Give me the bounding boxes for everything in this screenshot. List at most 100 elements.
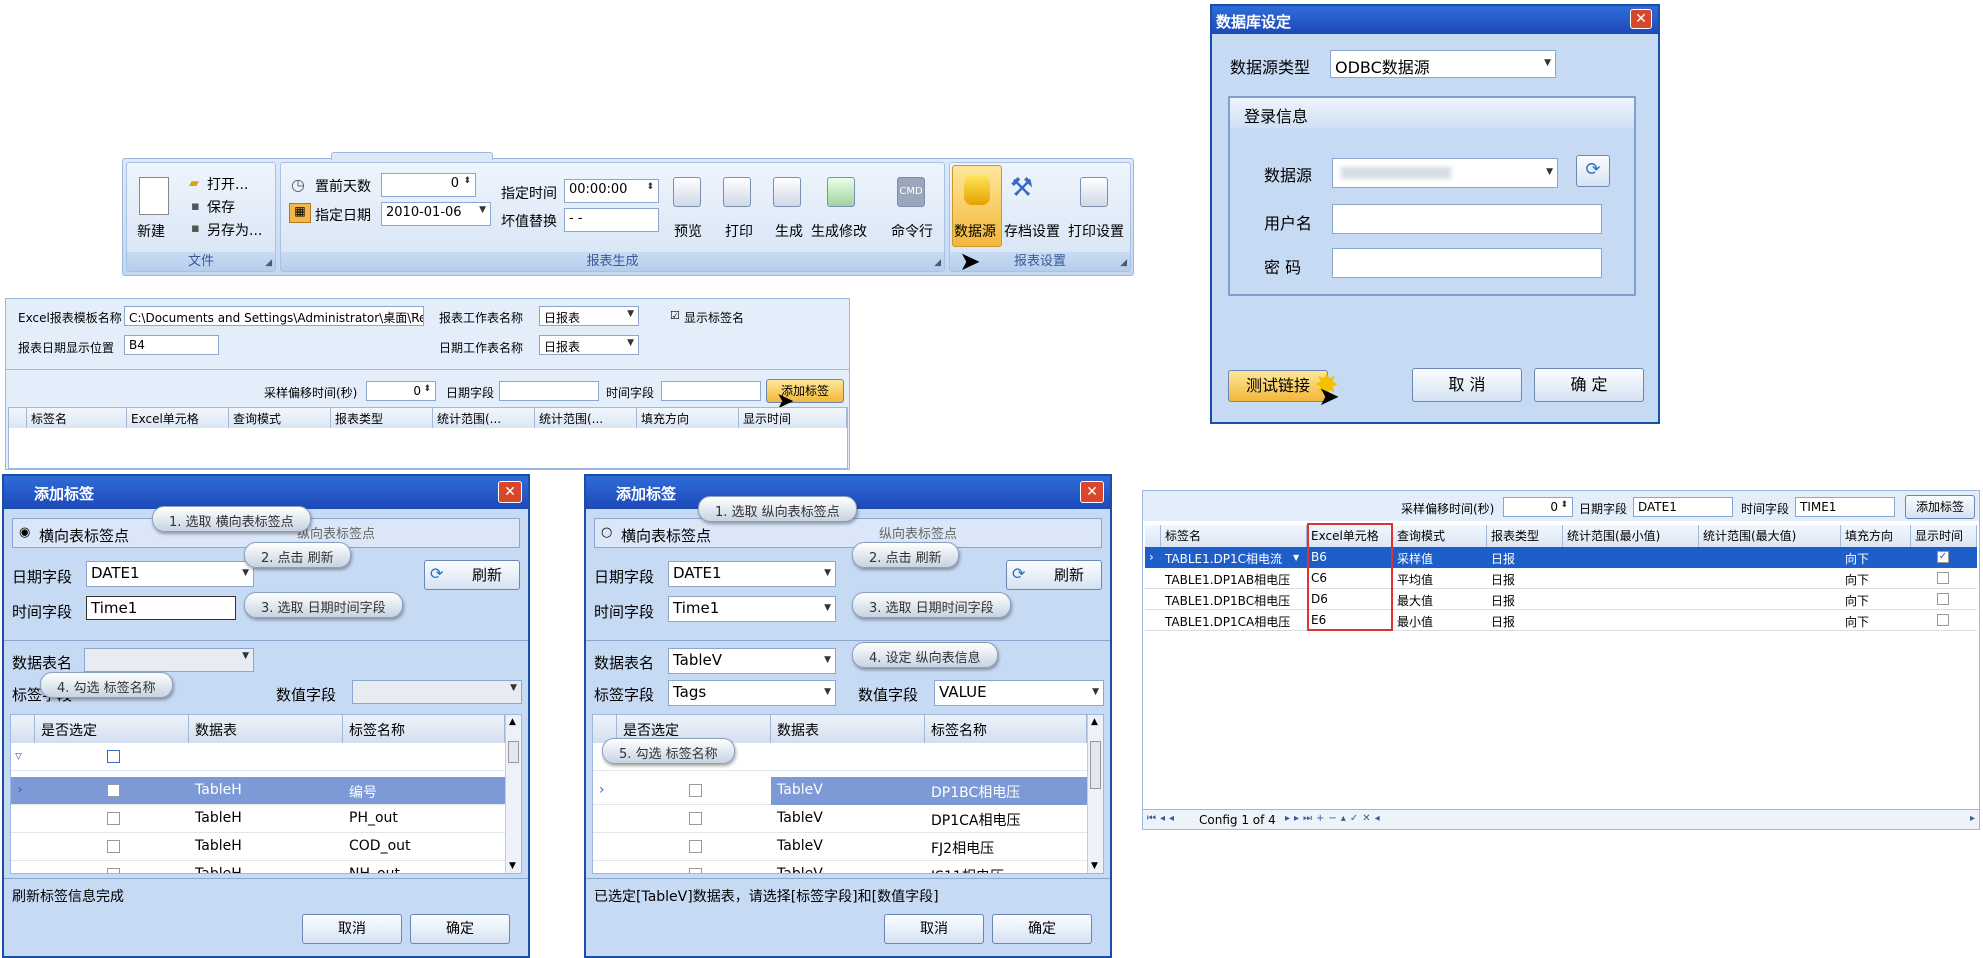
grid-header[interactable]: 标签名称: [343, 715, 505, 743]
nav-next-last-icon[interactable]: ▸▸⏭+−▴✓✕◂: [1285, 813, 1384, 824]
close-icon[interactable]: ✕: [498, 481, 522, 503]
ds-type-select[interactable]: ODBC数据源 ▼: [1330, 50, 1556, 78]
close-icon[interactable]: ✕: [1630, 9, 1652, 29]
time-field-input[interactable]: TIME1: [1795, 497, 1895, 517]
offset-input[interactable]: 0 ⬍: [1503, 497, 1573, 517]
password-input[interactable]: [1332, 248, 1602, 278]
grid-header[interactable]: 数据表: [189, 715, 343, 743]
row-checkbox[interactable]: [107, 784, 120, 797]
table-name-select[interactable]: TableV ▼: [668, 648, 836, 674]
table-row[interactable]: TableH COD_out: [11, 833, 521, 861]
table-row[interactable]: TABLE1.DP1BC相电压 D6 最大值 日报 向下: [1145, 589, 1977, 610]
ribbon-tab[interactable]: [331, 152, 493, 160]
vertical-scrollbar[interactable]: ▲ ▼: [505, 715, 521, 873]
scroll-down-icon[interactable]: ▼: [1091, 861, 1098, 871]
chevron-down-icon[interactable]: ▼: [627, 338, 634, 348]
spin-icon[interactable]: ⬍: [463, 176, 471, 186]
print-settings-button[interactable]: 打印设置: [1068, 221, 1124, 241]
radio-horizontal-label[interactable]: 横向表标签点: [39, 525, 129, 546]
time-field-input[interactable]: Time1: [86, 596, 236, 620]
radio-horizontal-selected-icon[interactable]: ◉: [19, 525, 30, 540]
spin-icon[interactable]: ⬍: [1560, 500, 1568, 510]
show-tag-checkbox[interactable]: ☑: [670, 309, 680, 322]
row-checkbox[interactable]: [689, 812, 702, 825]
days-input[interactable]: 0 ⬍: [381, 173, 476, 197]
chevron-down-icon[interactable]: ▼: [242, 651, 249, 661]
add-tag-button[interactable]: 添加标签: [1905, 495, 1975, 519]
spin-icon[interactable]: ⬍: [646, 182, 654, 192]
grid-header[interactable]: 统计范围(最小值): [1563, 525, 1699, 547]
grid-header[interactable]: 填充方向: [637, 408, 739, 428]
grid-header[interactable]: 统计范围(最大值): [1699, 525, 1841, 547]
row-checkbox[interactable]: [107, 868, 120, 873]
chevron-down-icon[interactable]: ▼: [242, 568, 249, 578]
ok-button[interactable]: 确定: [992, 914, 1092, 944]
grid-header[interactable]: 显示时间: [1911, 525, 1977, 547]
select-all-checkbox[interactable]: [107, 750, 120, 763]
test-connection-button[interactable]: 测试链接: [1228, 370, 1328, 402]
table-row[interactable]: TableH PH_out: [11, 805, 521, 833]
table-row[interactable]: TableV JS11相电压: [593, 861, 1103, 873]
radio-horizontal-icon[interactable]: ○: [601, 525, 612, 540]
grid-header[interactable]: 标签名: [27, 408, 127, 428]
show-time-checkbox[interactable]: [1937, 572, 1949, 584]
row-checkbox[interactable]: [689, 840, 702, 853]
date-field-select[interactable]: DATE1 ▼: [668, 561, 836, 587]
table-row[interactable]: TABLE1.DP1CA相电压 E6 最小值 日报 向下: [1145, 610, 1977, 631]
ds-select[interactable]: ▼: [1332, 158, 1558, 188]
grid-header[interactable]: 数据表: [771, 715, 925, 743]
value-field-select[interactable]: ▼: [352, 680, 522, 704]
chevron-down-icon[interactable]: ▼: [824, 603, 831, 613]
time-field-select[interactable]: Time1 ▼: [668, 596, 836, 622]
grid-header[interactable]: 统计范围(...: [433, 408, 535, 428]
spin-icon[interactable]: ⬍: [423, 384, 431, 394]
grid-header[interactable]: 报表类型: [1487, 525, 1563, 547]
radio-vertical-label[interactable]: 纵向表标签点: [879, 523, 957, 542]
table-row[interactable]: TableV FJ2相电压: [593, 833, 1103, 861]
scroll-up-icon[interactable]: ▲: [509, 717, 516, 727]
table-row[interactable]: TableV DP1CA相电压: [593, 805, 1103, 833]
file-launcher-icon[interactable]: ◢: [265, 258, 272, 268]
generate-button[interactable]: 生成: [775, 221, 803, 241]
chevron-down-icon[interactable]: ▼: [1546, 167, 1553, 177]
date-field-input[interactable]: DATE1: [1633, 497, 1733, 517]
grid-header[interactable]: 显示时间: [739, 408, 847, 428]
grid-header[interactable]: 标签名: [1161, 525, 1307, 547]
table-row[interactable]: TABLE1.DP1AB相电压 C6 平均值 日报 向下: [1145, 568, 1977, 589]
cancel-button[interactable]: 取消: [884, 914, 984, 944]
chevron-down-icon[interactable]: ▼: [824, 655, 831, 665]
row-checkbox[interactable]: [107, 840, 120, 853]
show-time-checkbox[interactable]: [1937, 593, 1949, 605]
gen-launcher-icon[interactable]: ◢: [934, 258, 941, 268]
save-button[interactable]: 保存: [207, 197, 235, 217]
grid-header[interactable]: 是否选定: [35, 715, 189, 743]
grid-header[interactable]: Excel单元格: [127, 408, 229, 428]
show-time-checkbox[interactable]: [1937, 614, 1949, 626]
close-icon[interactable]: ✕: [1080, 481, 1104, 503]
browse-button[interactable]: ...: [410, 307, 419, 317]
date-field-select[interactable]: DATE1 ▼: [86, 561, 254, 587]
cancel-button[interactable]: 取 消: [1412, 368, 1522, 402]
genmod-button[interactable]: 生成修改: [811, 221, 867, 241]
nav-first-prev-icon[interactable]: ⏮◂◂: [1147, 813, 1178, 824]
new-button[interactable]: 新建: [137, 221, 165, 241]
chevron-down-icon[interactable]: ▼: [479, 205, 486, 215]
table-name-select[interactable]: ▼: [84, 648, 254, 672]
value-field-select[interactable]: VALUE ▼: [934, 680, 1104, 706]
chevron-down-icon[interactable]: ▼: [627, 309, 634, 319]
open-button[interactable]: 打开...: [207, 174, 248, 194]
nav-scroll-right-icon[interactable]: ▸: [1970, 813, 1975, 824]
row-checkbox[interactable]: [107, 812, 120, 825]
chevron-down-icon[interactable]: ▼: [510, 683, 517, 693]
refresh-icon[interactable]: ⟳: [1576, 155, 1610, 187]
grid-header[interactable]: 报表类型: [331, 408, 433, 428]
table-row[interactable]: TableH NH_out: [11, 861, 521, 873]
bad-value-input[interactable]: - -: [564, 208, 659, 232]
username-input[interactable]: [1332, 204, 1602, 234]
chevron-down-icon[interactable]: ▼: [1092, 687, 1099, 697]
date-pos-input[interactable]: B4: [124, 335, 219, 355]
grid-header[interactable]: 查询模式: [229, 408, 331, 428]
row-checkbox[interactable]: [689, 868, 702, 873]
time-field-input[interactable]: [661, 381, 761, 401]
ok-button[interactable]: 确 定: [1534, 368, 1644, 402]
